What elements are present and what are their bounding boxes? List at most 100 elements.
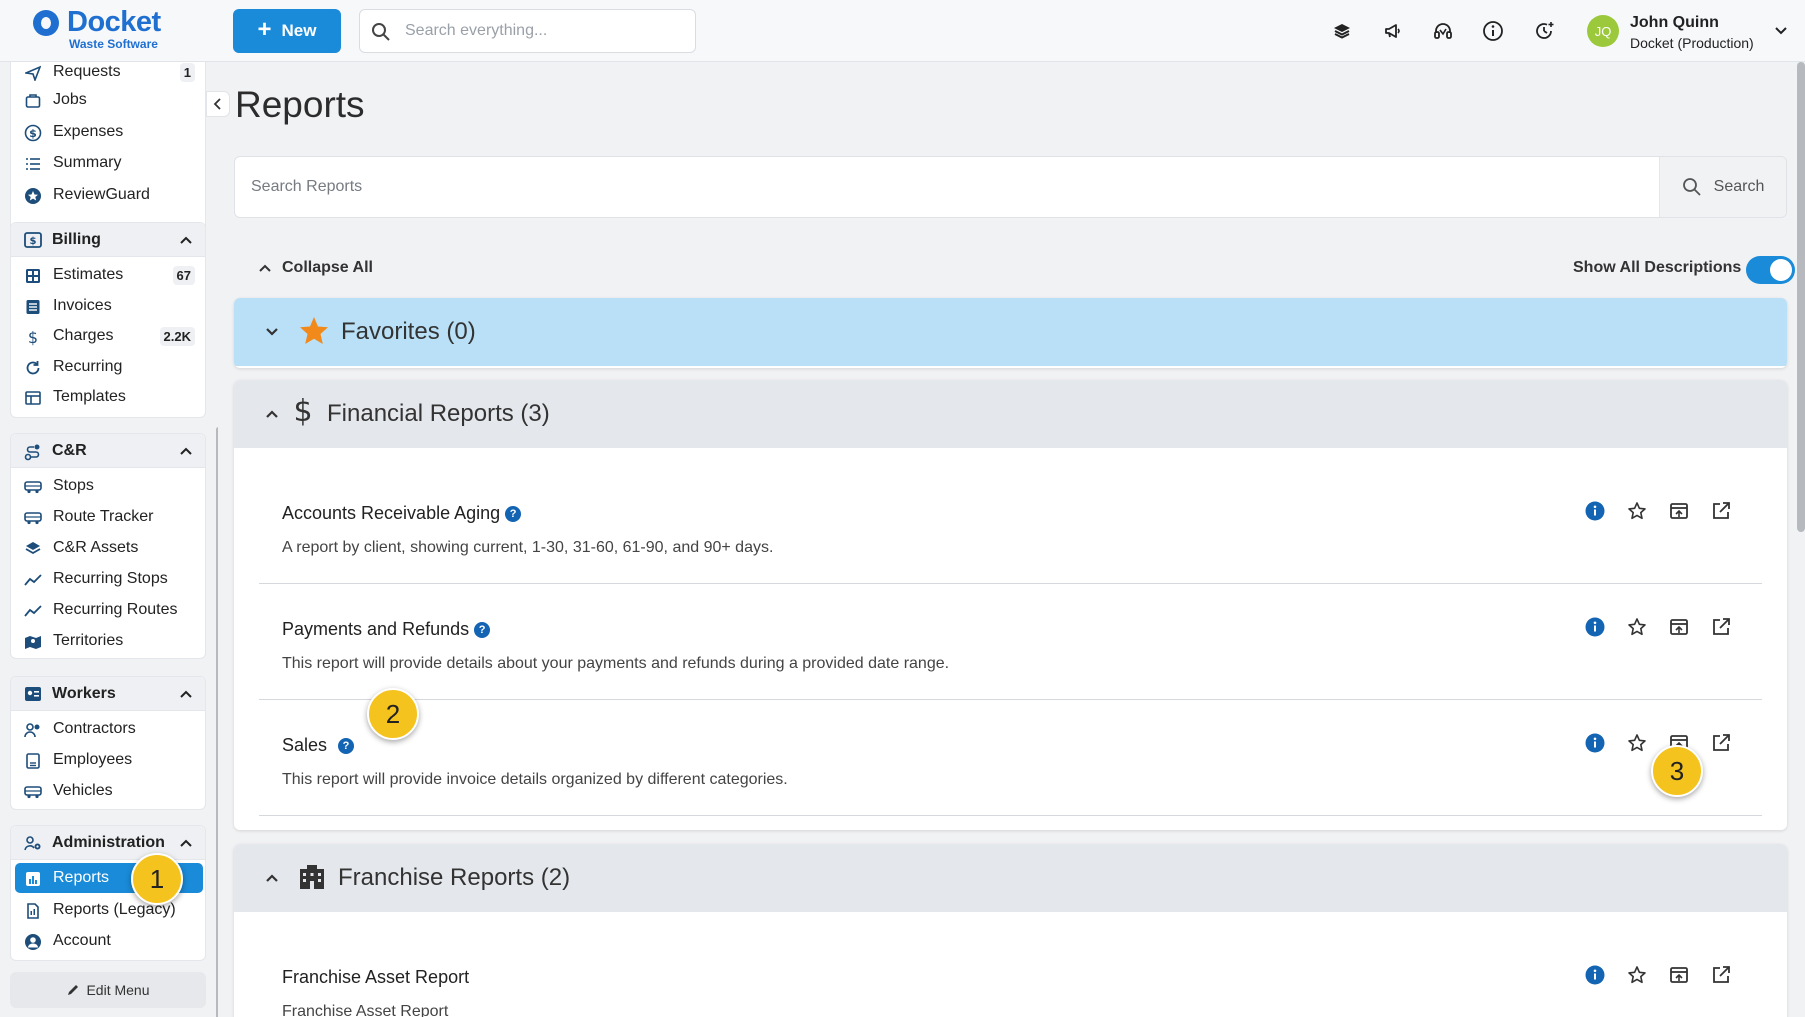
sidebar-item-route-tracker[interactable]: Route Tracker (11, 502, 205, 532)
info-icon[interactable] (1584, 732, 1606, 754)
sidebar-item-invoices[interactable]: Invoices (11, 291, 205, 321)
sidebar-item-recurring-routes[interactable]: Recurring Routes (11, 595, 205, 625)
external-link-icon[interactable] (1710, 500, 1732, 522)
report-title[interactable]: Franchise Asset Report (282, 967, 469, 988)
search-button-label: Search (1713, 178, 1765, 195)
help-icon[interactable]: ? (474, 621, 491, 638)
star-outline-icon[interactable] (1626, 616, 1648, 638)
chevron-up-icon[interactable] (264, 870, 280, 886)
sidebar-item-account[interactable]: Account (11, 926, 205, 956)
route-icon (24, 443, 42, 466)
external-link-icon[interactable] (1710, 732, 1732, 754)
open-in-tab-icon[interactable] (1668, 616, 1690, 638)
star-outline-icon[interactable] (1626, 964, 1648, 986)
pencil-icon (68, 985, 79, 995)
chevron-left-icon (213, 98, 221, 110)
sidebar-item-jobs[interactable]: Jobs (11, 85, 205, 115)
sidebar-scrollbar[interactable] (216, 427, 218, 1017)
chevron-up-icon[interactable] (179, 687, 193, 701)
sidebar-item-expenses[interactable]: $ Expenses (11, 117, 205, 147)
administration-header[interactable]: Administration (11, 826, 205, 860)
sidebar-item-estimates[interactable]: Estimates 67 (11, 260, 205, 290)
report-row: Franchise Asset Report Franchise Asset R… (259, 932, 1762, 1017)
chevron-up-icon[interactable] (264, 406, 280, 422)
megaphone-icon[interactable] (1380, 18, 1406, 44)
chevron-up-icon[interactable] (179, 444, 193, 458)
sidebar-item-territories[interactable]: Territories (11, 626, 205, 656)
chevron-up-icon[interactable] (179, 233, 193, 247)
sidebar-item-requests[interactable]: Requests 1 (11, 62, 205, 87)
sidebar-item-summary[interactable]: Summary (11, 148, 205, 178)
info-icon[interactable] (1584, 500, 1606, 522)
account-icon (24, 933, 42, 951)
cr-header[interactable]: C&R (11, 434, 205, 468)
report-row: Accounts Receivable Aging? A report by c… (259, 468, 1762, 584)
sidebar-item-recurring[interactable]: Recurring (11, 352, 205, 382)
sidebar-item-contractors[interactable]: Contractors (11, 714, 205, 744)
report-title[interactable]: Sales? (282, 735, 355, 756)
sidebar-item-cr-assets[interactable]: C&R Assets (11, 533, 205, 563)
reports-search: Search (234, 156, 1787, 218)
svg-text:$: $ (28, 328, 38, 346)
open-in-tab-icon[interactable] (1668, 500, 1690, 522)
global-search (359, 9, 696, 53)
new-button[interactable]: + New (233, 9, 341, 53)
info-icon[interactable] (1584, 964, 1606, 986)
star-outline-icon[interactable] (1626, 500, 1648, 522)
report-title[interactable]: Accounts Receivable Aging? (282, 503, 522, 524)
info-icon[interactable] (1584, 616, 1606, 638)
help-icon[interactable]: ? (338, 737, 355, 754)
report-title-text: Payments and Refunds (282, 619, 470, 639)
external-link-icon[interactable] (1710, 964, 1732, 986)
report-description: This report will provide details about y… (282, 655, 950, 672)
step-marker-3: 3 (1651, 745, 1703, 797)
financial-reports-header[interactable]: $ Financial Reports (3) (234, 380, 1787, 448)
chevron-down-icon[interactable] (1773, 22, 1789, 38)
sidebar-item-reviewguard[interactable]: ReviewGuard (11, 180, 205, 210)
sidebar-item-stops[interactable]: Stops (11, 471, 205, 501)
headset-icon[interactable] (1430, 18, 1456, 44)
sidebar-item-vehicles[interactable]: Vehicles (11, 776, 205, 806)
help-icon[interactable]: ? (505, 505, 522, 522)
global-search-input[interactable] (405, 10, 685, 52)
refresh-icon (24, 359, 42, 377)
sidebar-item-templates[interactable]: Templates (11, 382, 205, 412)
truck-icon (24, 509, 42, 527)
edit-menu-button[interactable]: Edit Menu (10, 972, 206, 1008)
open-in-tab-icon[interactable] (1668, 964, 1690, 986)
workers-header[interactable]: Workers (11, 677, 205, 711)
financial-reports-section: $ Financial Reports (3) Accounts Receiva… (234, 380, 1787, 830)
show-descriptions-toggle[interactable] (1746, 256, 1795, 284)
sidebar-panel-billing: $ Billing Estimates 67 Invoices $ Charge… (10, 222, 206, 418)
favorites-header[interactable]: Favorites (0) (234, 298, 1787, 366)
main-scrollbar[interactable] (1797, 62, 1805, 532)
user-name[interactable]: John Quinn (1630, 14, 1719, 32)
star-outline-icon[interactable] (1626, 732, 1648, 754)
reports-search-input[interactable] (251, 157, 1631, 217)
franchise-reports-header[interactable]: Franchise Reports (2) (234, 844, 1787, 912)
report-description: This report will provide invoice details… (282, 771, 788, 788)
layers-icon[interactable] (1329, 18, 1355, 44)
external-link-icon[interactable] (1710, 616, 1732, 638)
svg-text:$: $ (30, 236, 37, 247)
history-icon[interactable] (1531, 18, 1557, 44)
sidebar-item-charges[interactable]: $ Charges 2.2K (11, 321, 205, 351)
report-title[interactable]: Payments and Refunds? (282, 619, 491, 640)
docket-logo[interactable]: Docket Waste Software (33, 6, 183, 54)
chevron-up-icon[interactable] (179, 836, 193, 850)
sidebar-item-recurring-stops[interactable]: Recurring Stops (11, 564, 205, 594)
info-icon[interactable] (1480, 18, 1506, 44)
search-button[interactable]: Search (1659, 157, 1786, 217)
billing-header[interactable]: $ Billing (11, 223, 205, 257)
invoice-icon (24, 298, 42, 316)
sidebar-item-employees[interactable]: Employees (11, 745, 205, 775)
building-icon (300, 865, 324, 889)
sidebar: Requests 1 Jobs $ Expenses Summary Revie… (0, 62, 218, 1017)
user-avatar[interactable]: JQ (1587, 15, 1619, 47)
user-org[interactable]: Docket (Production) (1630, 35, 1754, 51)
collapse-all-button[interactable]: Collapse All (258, 259, 373, 277)
collapse-sidebar-button[interactable] (206, 91, 230, 117)
sidebar-item-reports-legacy[interactable]: Reports (Legacy) (11, 895, 205, 925)
dollar-icon: $ (294, 395, 312, 427)
chevron-down-icon[interactable] (264, 324, 280, 340)
